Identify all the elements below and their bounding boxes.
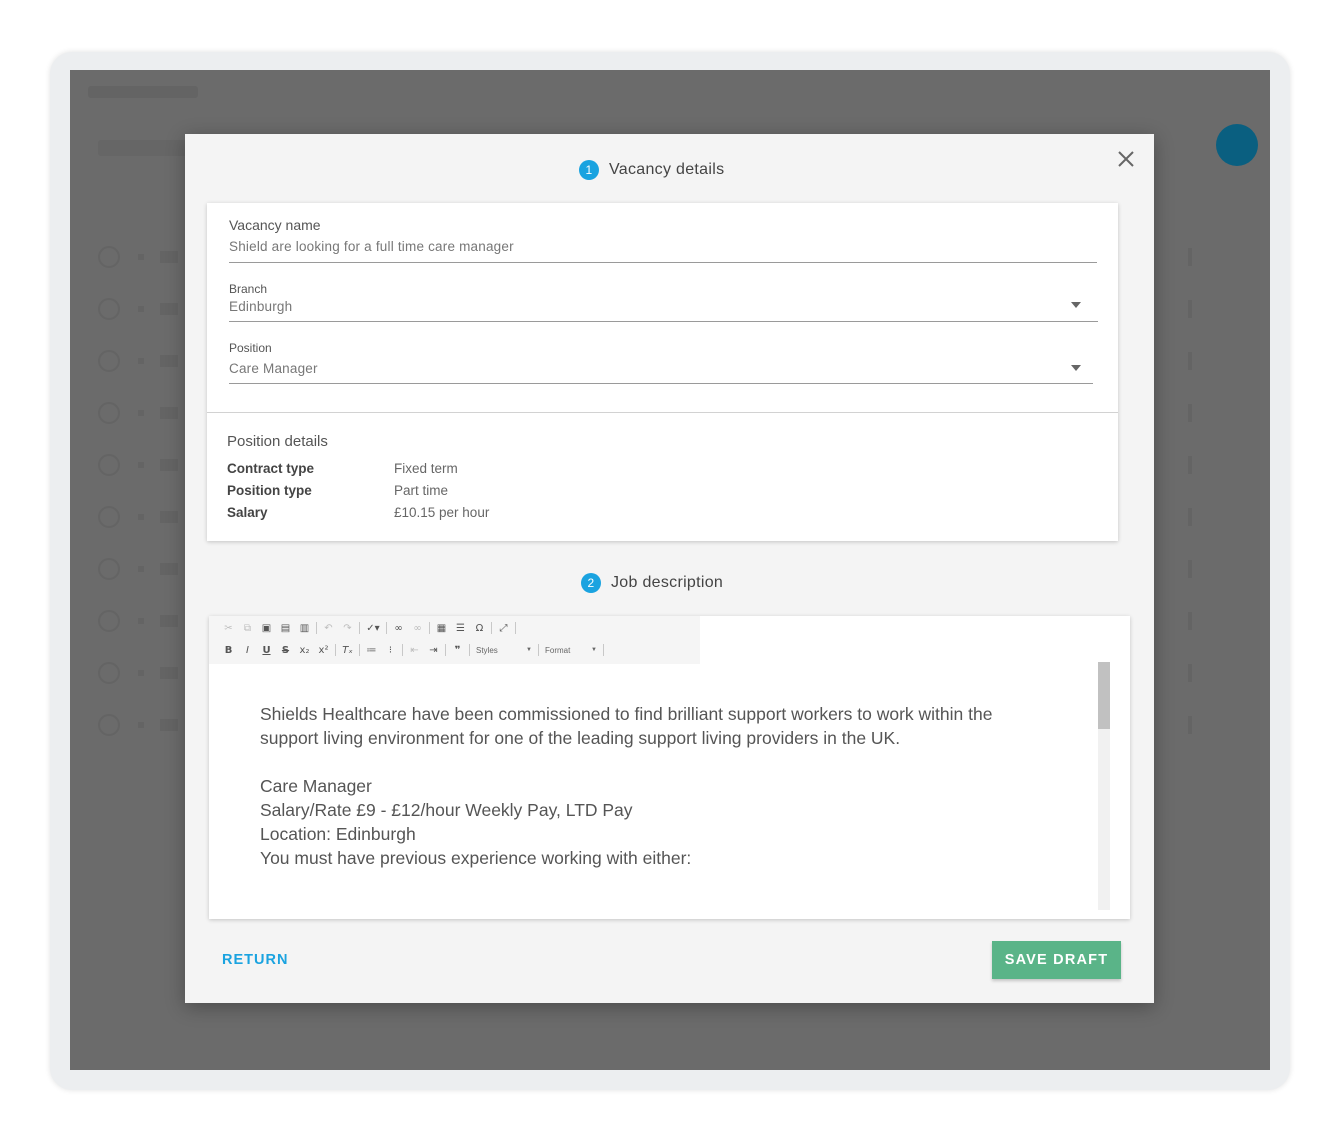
close-icon xyxy=(1118,151,1134,167)
underline-icon[interactable]: U xyxy=(257,643,276,657)
cut-icon[interactable]: ✂ xyxy=(219,621,238,635)
toolbar-separator xyxy=(538,644,539,656)
field-underline xyxy=(229,321,1098,322)
step-job-description: 2 Job description xyxy=(581,573,723,593)
detail-value: £10.15 per hour xyxy=(394,505,490,520)
toolbar-separator xyxy=(316,622,317,634)
paste-icon[interactable]: ▣ xyxy=(257,621,276,635)
unlink-icon[interactable]: ∞ xyxy=(408,621,427,635)
strikethrough-icon[interactable]: S xyxy=(276,643,295,657)
toolbar-separator xyxy=(359,644,360,656)
branch-value[interactable]: Edinburgh xyxy=(229,299,1098,314)
paste-word-icon[interactable]: ▥ xyxy=(295,621,314,635)
outdent-icon[interactable]: ⇤ xyxy=(405,643,424,657)
italic-icon[interactable]: I xyxy=(238,643,257,657)
detail-key: Position type xyxy=(227,483,312,498)
step-number-badge: 2 xyxy=(581,573,601,593)
bulleted-list-icon[interactable]: ⁝ xyxy=(381,643,400,657)
step-title: Job description xyxy=(611,574,724,591)
toolbar-separator xyxy=(429,622,430,634)
indent-icon[interactable]: ⇥ xyxy=(424,643,443,657)
vacancy-details-card: Vacancy name Shield are looking for a fu… xyxy=(207,203,1118,541)
detail-value: Part time xyxy=(394,483,449,498)
horizontal-line-icon[interactable]: ☰ xyxy=(451,621,470,635)
rich-text-editor: ✂ ⧉ ▣ ▤ ▥ ↶ ↷ ✓▾ ∞ ∞ ▦ ☰ Ω ⤢ B I U S x₂ … xyxy=(209,616,1130,919)
vacancy-name-label: Vacancy name xyxy=(229,217,321,233)
bold-icon[interactable]: B xyxy=(219,643,238,657)
editor-content[interactable]: Shields Healthcare have been commissione… xyxy=(260,702,1050,870)
step-title: Vacancy details xyxy=(609,161,725,178)
save-draft-button[interactable]: SAVE DRAFT xyxy=(992,941,1121,979)
undo-icon[interactable]: ↶ xyxy=(319,621,338,635)
branch-select[interactable]: Branch Edinburgh xyxy=(229,282,1098,322)
format-dropdown-label: Format xyxy=(545,645,571,655)
toolbar-separator xyxy=(603,644,604,656)
styles-dropdown[interactable]: Styles ▼ xyxy=(472,643,536,657)
step-vacancy-details: 1 Vacancy details xyxy=(579,160,724,180)
detail-key: Salary xyxy=(227,505,268,520)
toolbar-row-2: B I U S x₂ x² Tₓ ≔ ⁝ ⇤ ⇥ ❞ Styles ▼ Form… xyxy=(219,643,606,657)
chevron-down-icon[interactable] xyxy=(1071,365,1081,371)
content-line: You must have previous experience workin… xyxy=(260,848,692,868)
field-underline xyxy=(229,262,1097,263)
vacancy-name-field[interactable]: Vacancy name Shield are looking for a fu… xyxy=(229,217,1097,263)
toolbar-separator xyxy=(402,644,403,656)
toolbar-separator xyxy=(386,622,387,634)
caret-down-icon: ▼ xyxy=(591,647,597,653)
editor-toolbar: ✂ ⧉ ▣ ▤ ▥ ↶ ↷ ✓▾ ∞ ∞ ▦ ☰ Ω ⤢ B I U S x₂ … xyxy=(209,616,700,664)
superscript-icon[interactable]: x² xyxy=(314,643,333,657)
branch-label: Branch xyxy=(229,282,268,296)
styles-dropdown-label: Styles xyxy=(476,645,498,655)
field-underline xyxy=(229,383,1093,384)
step-number-badge: 1 xyxy=(579,160,599,180)
toolbar-row-1: ✂ ⧉ ▣ ▤ ▥ ↶ ↷ ✓▾ ∞ ∞ ▦ ☰ Ω ⤢ xyxy=(219,621,518,635)
blockquote-icon[interactable]: ❞ xyxy=(448,643,467,657)
toolbar-separator xyxy=(335,644,336,656)
close-button[interactable] xyxy=(1115,148,1137,170)
background-logo xyxy=(88,86,198,98)
detail-key: Contract type xyxy=(227,461,315,476)
position-label: Position xyxy=(229,341,272,355)
toolbar-separator xyxy=(469,644,470,656)
special-char-icon[interactable]: Ω xyxy=(470,621,489,635)
spellcheck-icon[interactable]: ✓▾ xyxy=(362,621,384,635)
numbered-list-icon[interactable]: ≔ xyxy=(362,643,381,657)
position-value[interactable]: Care Manager xyxy=(229,361,1093,376)
copy-icon[interactable]: ⧉ xyxy=(238,621,257,635)
toolbar-separator xyxy=(445,644,446,656)
card-divider xyxy=(207,412,1118,413)
remove-format-icon[interactable]: Tₓ xyxy=(338,643,357,657)
toolbar-separator xyxy=(515,622,516,634)
vacancy-name-input[interactable]: Shield are looking for a full time care … xyxy=(229,239,1097,254)
toolbar-separator xyxy=(359,622,360,634)
link-icon[interactable]: ∞ xyxy=(389,621,408,635)
editor-scrollbar-thumb[interactable] xyxy=(1098,662,1110,729)
return-button[interactable]: RETURN xyxy=(222,952,288,968)
content-paragraph: Shields Healthcare have been commissione… xyxy=(260,704,993,748)
format-dropdown[interactable]: Format ▼ xyxy=(541,643,601,657)
subscript-icon[interactable]: x₂ xyxy=(295,643,314,657)
position-select[interactable]: Position Care Manager xyxy=(229,341,1093,384)
vacancy-modal: 1 Vacancy details Vacancy name Shield ar… xyxy=(185,134,1154,1003)
table-icon[interactable]: ▦ xyxy=(432,621,451,635)
background-add-button xyxy=(1216,124,1258,166)
content-line: Location: Edinburgh xyxy=(260,824,416,844)
caret-down-icon: ▼ xyxy=(526,647,532,653)
position-details-title: Position details xyxy=(227,433,328,450)
detail-value: Fixed term xyxy=(394,461,458,476)
content-line: Care Manager xyxy=(260,776,372,796)
chevron-down-icon[interactable] xyxy=(1071,302,1081,308)
redo-icon[interactable]: ↷ xyxy=(338,621,357,635)
content-line: Salary/Rate £9 - £12/hour Weekly Pay, LT… xyxy=(260,800,633,820)
toolbar-separator xyxy=(491,622,492,634)
maximize-icon[interactable]: ⤢ xyxy=(494,621,513,635)
paste-text-icon[interactable]: ▤ xyxy=(276,621,295,635)
